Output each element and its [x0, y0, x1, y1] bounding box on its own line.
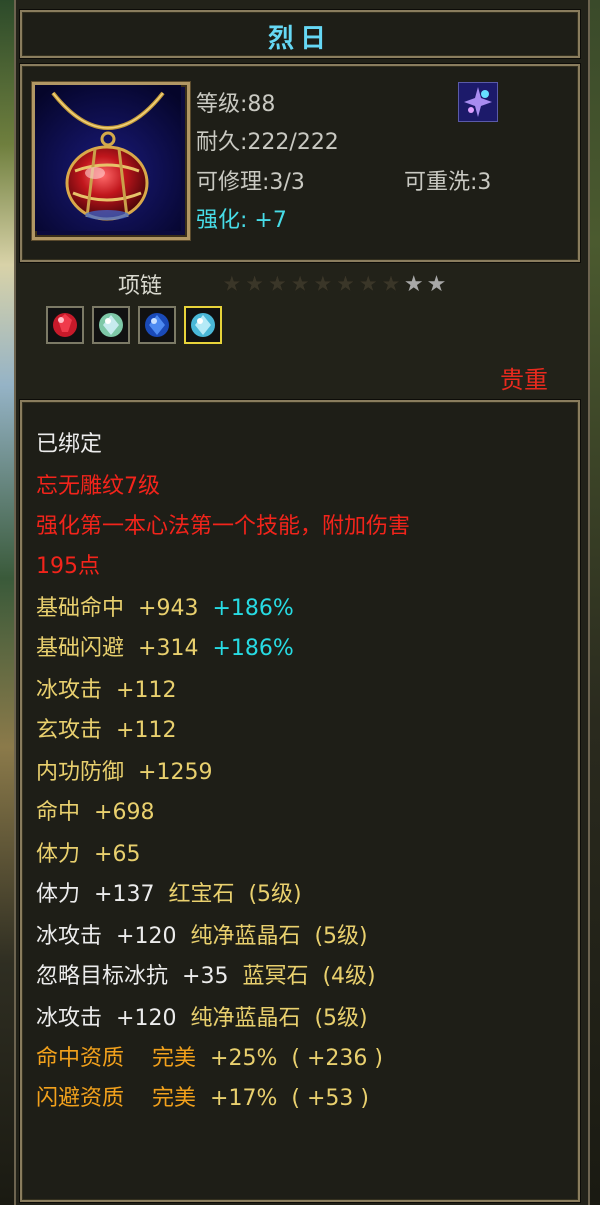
red-gem-pendant-icon	[35, 85, 181, 231]
bound-status: 已绑定	[36, 432, 103, 457]
star-icon: ★	[335, 272, 359, 297]
red-gem-icon[interactable]	[46, 306, 84, 344]
item-type: 项链	[118, 274, 163, 299]
gem-line-4: 冰攻击 +120 纯净蓝晶石 (5级)	[36, 1006, 368, 1031]
aptitude-dodge: 闪避资质 完美 +17%( +53 )	[36, 1086, 369, 1111]
item-icon[interactable]	[32, 82, 190, 240]
star-icon: ★	[381, 272, 404, 297]
attr-base-dodge: 基础闪避 +314 +186%	[36, 636, 294, 661]
attr-stamina: 体力 +65	[36, 842, 141, 867]
blue-gem-icon[interactable]	[138, 306, 176, 344]
engraving-name: 忘无雕纹7级	[36, 474, 160, 499]
star-icon: ★	[267, 272, 291, 297]
attr-mystic-attack: 玄攻击 +112	[36, 718, 177, 743]
star-icon: ★	[358, 272, 382, 297]
item-enhance: 强化: +7	[196, 208, 287, 233]
aptitude-hit: 命中资质 完美 +25%( +236 )	[36, 1046, 383, 1071]
item-level: 等级:88	[196, 92, 276, 117]
attr-hit: 命中 +698	[36, 800, 155, 825]
star-icon: ★	[312, 272, 336, 297]
engraving-desc-2: 195点	[36, 554, 100, 579]
star-icon: ★	[222, 272, 245, 297]
star-icon: ★	[290, 272, 313, 297]
item-name: 烈日	[267, 24, 332, 54]
green-gem-icon[interactable]	[92, 306, 130, 344]
star-rating: ★★★★★★★★★★	[222, 272, 449, 297]
gem-line-1: 体力 +137 红宝石 (5级)	[36, 882, 302, 907]
item-repairable: 可修理:3/3	[196, 170, 305, 195]
item-durability: 耐久:222/222	[196, 130, 339, 155]
attr-inner-defense: 内功防御 +1259	[36, 760, 213, 785]
cyan-gem-icon[interactable]	[184, 306, 222, 344]
attr-ice-attack: 冰攻击 +112	[36, 678, 177, 703]
star-icon: ★	[426, 272, 450, 297]
star-icon: ★	[244, 272, 268, 297]
attr-base-hit: 基础命中 +943 +186%	[36, 596, 294, 621]
star-icon: ★	[403, 272, 427, 297]
title-bar: 烈日	[20, 10, 580, 58]
item-rewash: 可重洗:3	[404, 170, 492, 195]
engraving-desc-1: 强化第一本心法第一个技能，附加伤害	[36, 514, 411, 539]
item-rarity: 贵重	[500, 366, 548, 394]
star-sparkle-icon	[458, 82, 498, 122]
gem-line-3: 忽略目标冰抗 +35 蓝冥石 (4级)	[36, 964, 376, 989]
gem-line-2: 冰攻击 +120 纯净蓝晶石 (5级)	[36, 924, 368, 949]
